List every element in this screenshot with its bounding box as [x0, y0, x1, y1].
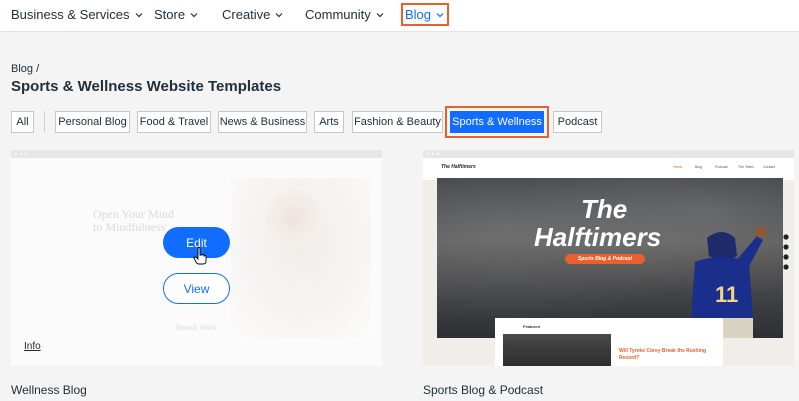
- nav-item-business-services[interactable]: Business & Services: [11, 0, 144, 29]
- jersey-number: 11: [715, 282, 738, 307]
- nav-item-label: Blog: [405, 7, 432, 22]
- window-dot: [432, 153, 434, 155]
- preview-featured-title: Will Tyreke Corey Break the Rushing Reco…: [619, 348, 707, 361]
- filter-fashion-beauty[interactable]: Fashion & Beauty: [352, 111, 443, 133]
- preview-featured-label: Featured: [523, 324, 540, 329]
- preview-hero-title-line2: Halftimers: [534, 222, 662, 252]
- window-dot: [427, 153, 429, 155]
- nav-item-label: Store: [154, 7, 186, 22]
- filter-news-business[interactable]: News & Business: [218, 111, 307, 133]
- top-navigation: Business & Services Store Creative Commu…: [0, 0, 799, 32]
- view-button[interactable]: View: [163, 273, 230, 304]
- window-dot: [15, 153, 17, 155]
- chevron-down-icon: [436, 12, 444, 17]
- preview-caption: Breath Work: [176, 323, 217, 332]
- nav-item-store[interactable]: Store: [154, 0, 199, 29]
- nav-item-label: Creative: [222, 7, 271, 22]
- nav-item-label: Community: [305, 7, 371, 22]
- filter-sports-wellness[interactable]: Sports & Wellness: [450, 111, 544, 133]
- preview-featured-image: [503, 334, 611, 366]
- preview-menu-item: Contact: [763, 165, 776, 169]
- preview-tagline: Sports Blog & Podcast: [565, 254, 645, 264]
- social-icons: [783, 234, 789, 270]
- preview-menu-item: Blog: [695, 165, 703, 169]
- filter-podcast[interactable]: Podcast: [553, 111, 602, 133]
- page-title: Sports & Wellness Website Templates: [11, 78, 282, 95]
- template-name[interactable]: Wellness Blog: [11, 383, 87, 397]
- preview-brand: The Halftimers: [441, 164, 476, 170]
- preview-portrait: [267, 188, 321, 248]
- nav-item-label: Business & Services: [11, 7, 130, 22]
- window-dot: [437, 153, 439, 155]
- chevron-down-icon: [190, 12, 198, 17]
- filter-arts[interactable]: Arts: [314, 111, 344, 133]
- nav-item-community[interactable]: Community: [305, 0, 385, 29]
- chevron-down-icon: [376, 12, 384, 17]
- filter-divider: [44, 111, 45, 133]
- filter-food-travel[interactable]: Food & Travel: [137, 111, 211, 133]
- breadcrumb[interactable]: Blog /: [11, 63, 39, 75]
- nav-item-blog[interactable]: Blog: [401, 3, 450, 26]
- chevron-down-icon: [275, 12, 283, 17]
- template-card-sports[interactable]: The Halftimers Home Blog Podcast The Tea…: [423, 150, 794, 366]
- window-dot: [20, 153, 22, 155]
- filter-all[interactable]: All: [11, 111, 34, 133]
- preview-site-header: [423, 158, 794, 180]
- nav-item-creative[interactable]: Creative: [222, 0, 284, 29]
- preview-menu-item: Podcast: [715, 165, 728, 169]
- preview-menu-item: The Team: [738, 165, 754, 169]
- chevron-down-icon: [135, 12, 142, 17]
- preview-menu-item: Home: [673, 165, 683, 169]
- preview-featured-section: Featured Will Tyreke Corey Break the Rus…: [495, 318, 723, 366]
- window-dot: [25, 153, 27, 155]
- info-link[interactable]: Info: [24, 341, 41, 352]
- preview-hero-title-line1: The: [581, 194, 628, 224]
- browser-bar: [423, 150, 794, 158]
- browser-bar: [11, 150, 382, 158]
- filter-personal-blog[interactable]: Personal Blog: [55, 111, 130, 133]
- hand-cursor-icon: [193, 247, 207, 265]
- template-name[interactable]: Sports Blog & Podcast: [423, 383, 543, 397]
